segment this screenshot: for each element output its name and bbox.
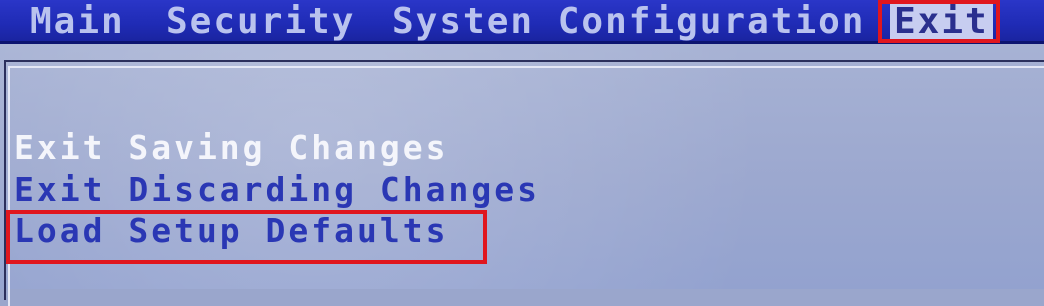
option-exit-discarding-changes[interactable]: Exit Discarding Changes xyxy=(14,172,540,208)
option-load-setup-defaults[interactable]: Load Setup Defaults xyxy=(14,213,449,249)
option-exit-saving-changes[interactable]: Exit Saving Changes xyxy=(14,130,449,166)
menu-tab-system-configuration[interactable]: Systen Configuration xyxy=(392,3,865,41)
bios-menu-bar: Main Security Systen Configuration Exit xyxy=(0,0,1044,44)
menu-tab-security[interactable]: Security xyxy=(166,3,355,41)
menu-tab-exit[interactable]: Exit xyxy=(890,3,993,41)
menu-tab-main[interactable]: Main xyxy=(30,3,125,41)
